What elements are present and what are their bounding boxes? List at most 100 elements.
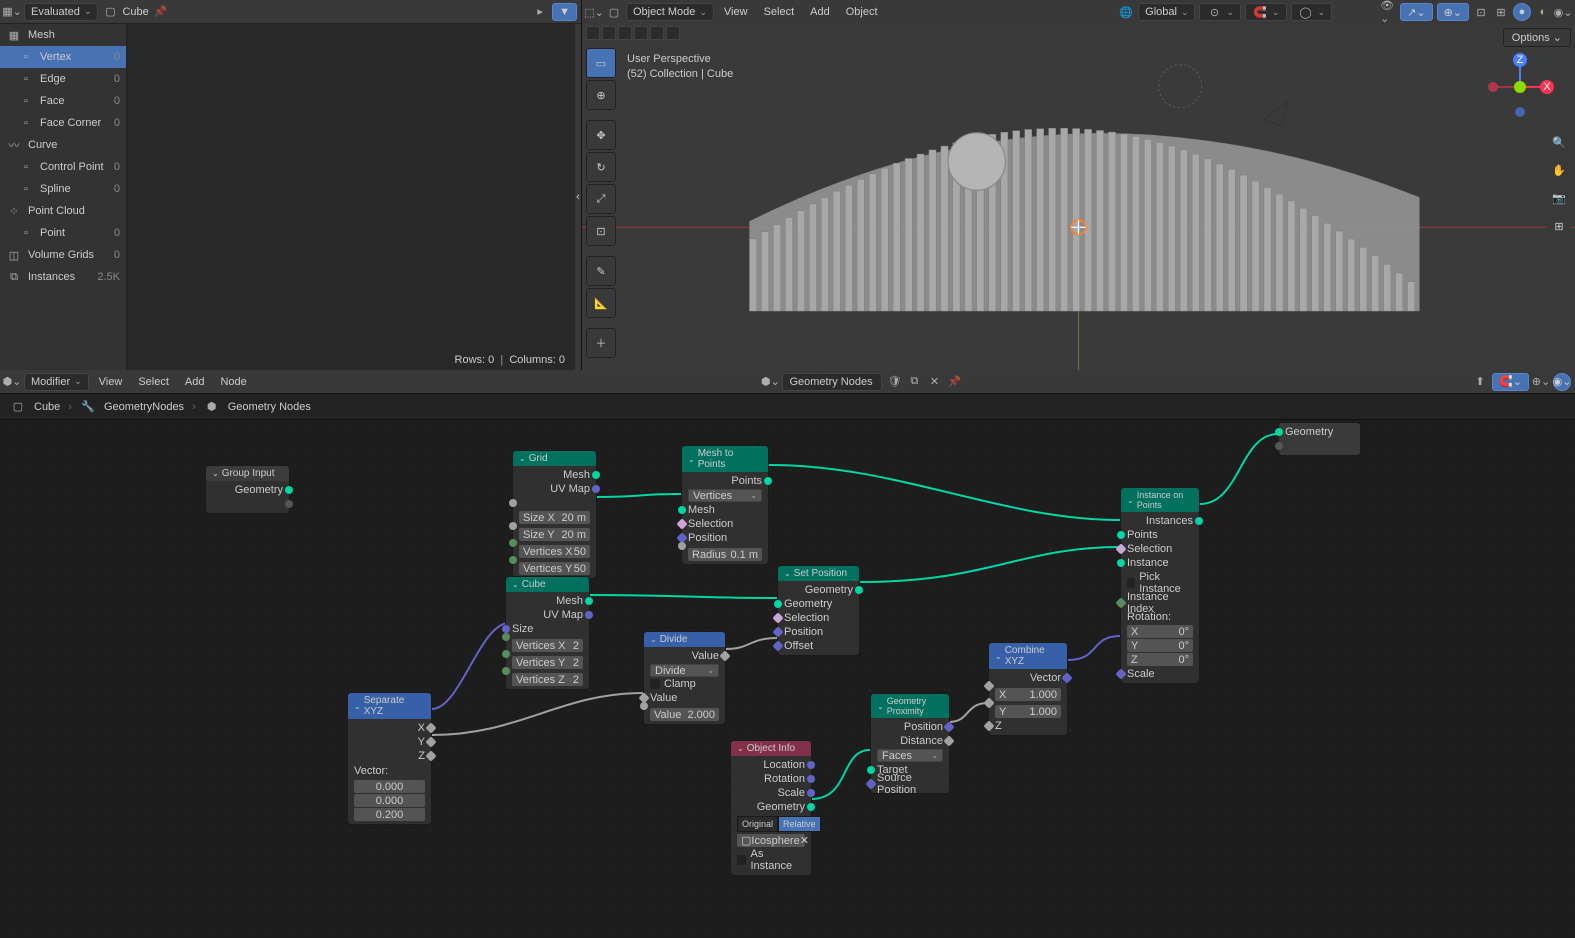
preview-button[interactable]: ◉⌄ (1553, 373, 1571, 391)
transform-tool[interactable]: ⊡ (586, 216, 616, 246)
add-menu[interactable]: Add (179, 376, 211, 388)
node-geometry-proximity[interactable]: Geometry Proximity Position Distance Fac… (870, 693, 950, 794)
node-grid[interactable]: Grid Mesh UV Map Size X20 m Size Y20 m V… (512, 450, 597, 579)
tree-category[interactable]: ◫Volume Grids0 (0, 244, 126, 266)
tree-category[interactable]: 〰Curve (0, 134, 126, 156)
navigation-gizmo[interactable]: Z X (1485, 52, 1555, 122)
duplicate-icon[interactable]: ⧉ (906, 374, 922, 390)
node-divide[interactable]: Divide Value Divide Clamp Value Value2.0… (643, 631, 726, 725)
node-set-position[interactable]: Set Position Geometry Geometry Selection… (777, 565, 860, 656)
add-tool[interactable]: ＋ (586, 328, 616, 358)
node-mode-dropdown[interactable]: Modifier (24, 373, 89, 391)
tree-item[interactable]: ▫Face0 (0, 90, 126, 112)
overlays-button[interactable]: ⊕⌄ (1437, 3, 1469, 21)
orientation-icon[interactable]: 🌐 (1118, 4, 1134, 20)
object-menu[interactable]: Object (840, 6, 884, 18)
selection-mode-buttons[interactable] (586, 26, 680, 40)
svg-text:Z: Z (1517, 54, 1524, 66)
snap-dropdown[interactable]: 🧲 (1245, 3, 1287, 21)
tree-category[interactable]: ▦Mesh (0, 24, 126, 46)
shading-wireframe[interactable]: ⊞ (1493, 4, 1509, 20)
pivot-dropdown[interactable]: ⊙ (1199, 3, 1241, 21)
tree-item[interactable]: ▫Point0 (0, 222, 126, 244)
evaluation-mode-dropdown[interactable]: Evaluated (24, 3, 98, 21)
shading-material[interactable]: ◐ (1535, 4, 1551, 20)
rotate-tool[interactable]: ↻ (586, 152, 616, 182)
node-instance-on-points[interactable]: Instance on Points Instances Points Sele… (1120, 487, 1200, 684)
tree-item[interactable]: ▫Vertex0 (0, 46, 126, 68)
options-dropdown[interactable]: Options ⌄ (1503, 28, 1571, 47)
spreadsheet-header: ▦⌄ Evaluated ▢ Cube 📌 ▸ ▼ (0, 0, 581, 24)
editor-type-icon[interactable]: ⬚⌄ (586, 4, 602, 20)
node-combine-xyz[interactable]: Combine XYZ Vector X1.000 Y1.000 Z (988, 642, 1068, 736)
shading-solid[interactable]: ● (1513, 3, 1531, 21)
view-menu[interactable]: View (93, 376, 129, 388)
pan-icon[interactable]: ✋ (1547, 158, 1571, 182)
editor-type-icon[interactable]: ⬢⌄ (4, 374, 20, 390)
node-group-input[interactable]: Group Input Geometry (205, 465, 290, 514)
spreadsheet-grid[interactable]: Rows: 0 | Columns: 0 (127, 24, 575, 370)
nodetree-name[interactable]: Geometry Nodes (782, 373, 882, 391)
scale-tool[interactable]: ⤢ (586, 184, 616, 214)
pin-icon[interactable]: 📌 (946, 374, 962, 390)
tree-category[interactable]: ⁘Point Cloud (0, 200, 126, 222)
breadcrumb-item[interactable]: Geometry Nodes (228, 401, 311, 413)
annotate-tool[interactable]: ✎ (586, 256, 616, 286)
3d-viewport[interactable]: ⬚⌄ ▢ Object Mode View Select Add Object … (582, 0, 1575, 370)
interaction-mode-dropdown[interactable]: Object Mode (626, 3, 714, 21)
breadcrumb: ▢ Cube › 🔧 GeometryNodes › ⬢ Geometry No… (0, 394, 1575, 420)
breadcrumb-item[interactable]: GeometryNodes (104, 401, 184, 413)
perspective-icon[interactable]: ⊞ (1547, 214, 1571, 238)
modifier-icon: 🔧 (80, 399, 96, 415)
node-cube[interactable]: Cube Mesh UV Map Size Vertices X2 Vertic… (505, 576, 590, 690)
tree-item[interactable]: ▫Spline0 (0, 178, 126, 200)
cursor-tool[interactable]: ⊕ (586, 80, 616, 110)
proportional-icon: ◯ (1298, 4, 1314, 20)
select-tool[interactable]: ▭ (586, 48, 616, 78)
viewport-nav-buttons: 🔍 ✋ 📷 ⊞ (1547, 130, 1571, 238)
gizmo-button[interactable]: ↗⌄ (1400, 3, 1432, 21)
tree-item[interactable]: ▫Face Corner0 (0, 112, 126, 134)
fake-user-icon[interactable]: 🛡 (886, 374, 902, 390)
add-menu[interactable]: Add (804, 6, 836, 18)
pin-icon[interactable]: 📌 (153, 4, 169, 20)
filter-icon[interactable]: ▼ (552, 3, 577, 21)
camera-icon[interactable]: 📷 (1547, 186, 1571, 210)
unlink-icon[interactable]: ✕ (926, 374, 942, 390)
tree-item[interactable]: ▫Edge0 (0, 68, 126, 90)
node-separate-xyz[interactable]: Separate XYZ X Y Z Vector: 0.000 0.000 0… (347, 692, 432, 825)
zoom-icon[interactable]: 🔍 (1547, 130, 1571, 154)
viewport-info: User Perspective (52) Collection | Cube (627, 52, 733, 83)
spreadsheet-footer: Rows: 0 | Columns: 0 (455, 354, 565, 366)
spreadsheet-icon[interactable]: ▦⌄ (4, 4, 20, 20)
mode-icon: ▢ (606, 4, 622, 20)
view-menu[interactable]: View (718, 6, 754, 18)
toggle-icon[interactable]: ▸ (532, 4, 548, 20)
node-mesh-to-points[interactable]: Mesh to Points Points Vertices Mesh Sele… (681, 445, 769, 565)
overlay-toggle[interactable]: ⊕⌄ (1533, 374, 1549, 390)
proportional-dropdown[interactable]: ◯ (1291, 3, 1333, 21)
node-canvas[interactable]: Group Input Geometry Grid Mesh UV Map Si… (0, 420, 1575, 938)
sidebar-toggle[interactable]: ‹ (575, 24, 581, 370)
xray-icon[interactable]: ⊡ (1473, 4, 1489, 20)
magnet-icon: 🧲 (1252, 4, 1268, 20)
orientation-dropdown[interactable]: Global (1138, 3, 1195, 21)
node-menu[interactable]: Node (214, 376, 252, 388)
tree-item[interactable]: ▫Control Point0 (0, 156, 126, 178)
viewport-header: ⬚⌄ ▢ Object Mode View Select Add Object … (582, 0, 1575, 24)
pivot-icon: ⊙ (1206, 4, 1222, 20)
select-menu[interactable]: Select (132, 376, 175, 388)
measure-tool[interactable]: 📐 (586, 288, 616, 318)
shading-rendered[interactable]: ◉⌄ (1555, 4, 1571, 20)
node-editor-header: ⬢⌄ Modifier View Select Add Node ⬢⌄ Geom… (0, 370, 1575, 394)
parent-icon[interactable]: ⬆ (1472, 374, 1488, 390)
breadcrumb-item[interactable]: Cube (34, 401, 60, 413)
tree-category[interactable]: ⧉Instances2.5K (0, 266, 126, 288)
nodetree-icon[interactable]: ⬢⌄ (762, 374, 778, 390)
visibility-icon[interactable]: 👁⌄ (1380, 4, 1396, 20)
snap-button[interactable]: 🧲⌄ (1492, 373, 1529, 391)
select-menu[interactable]: Select (758, 6, 801, 18)
node-object-info[interactable]: Object Info Location Rotation Scale Geom… (730, 740, 812, 876)
move-tool[interactable]: ✥ (586, 120, 616, 150)
node-group-output[interactable]: Geometry (1278, 422, 1361, 456)
